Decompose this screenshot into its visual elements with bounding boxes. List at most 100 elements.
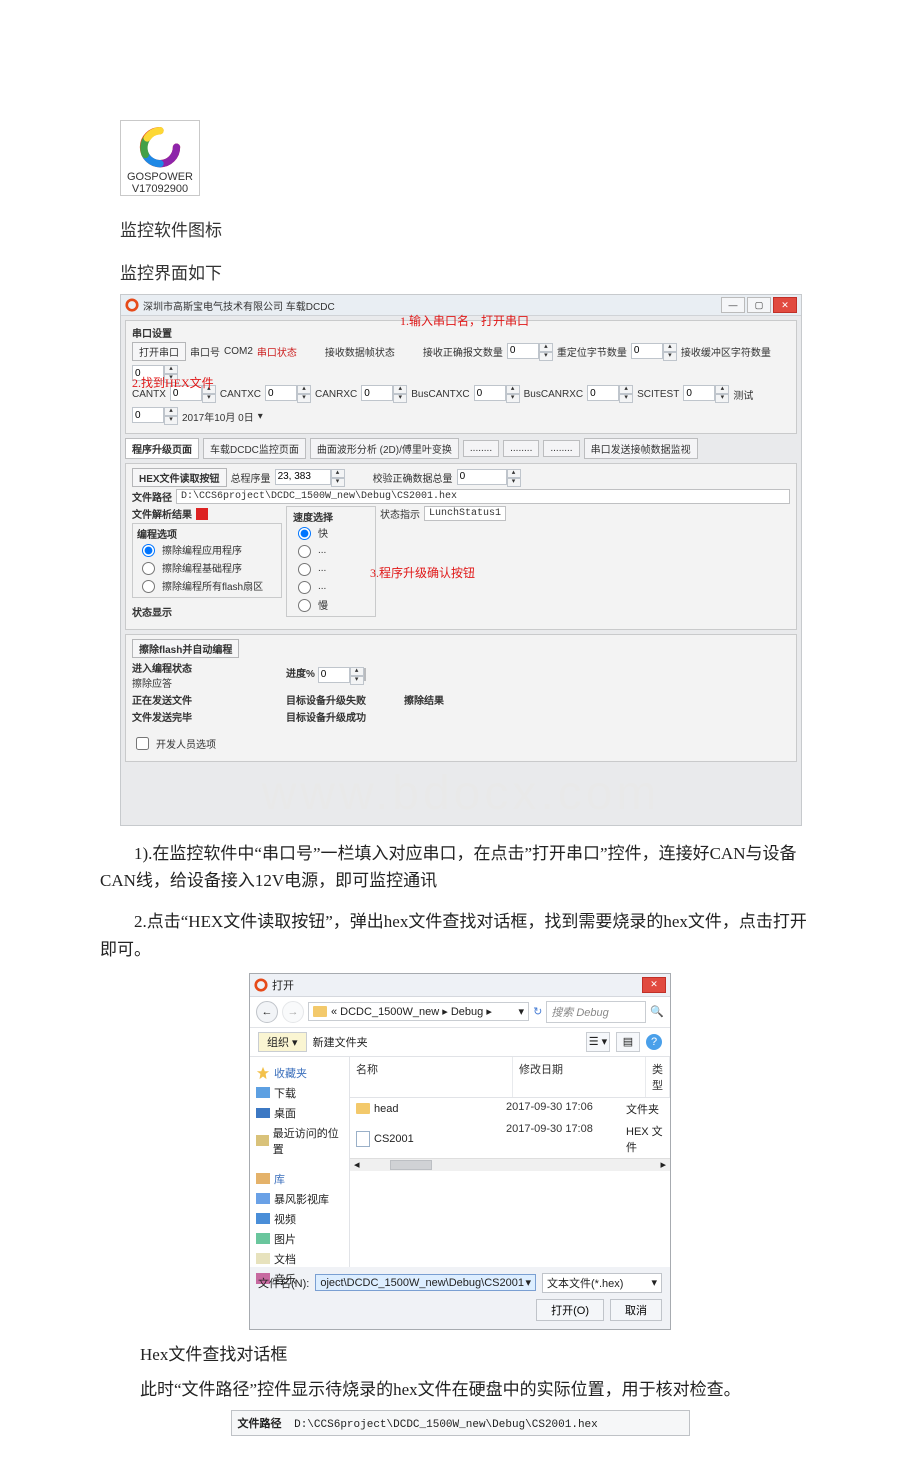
confirm-button[interactable]: 擦除flash并自动编程: [132, 639, 239, 658]
verify-ok-val[interactable]: [457, 469, 507, 485]
min-button[interactable]: —: [721, 297, 745, 313]
tab-x1[interactable]: ........: [463, 440, 499, 457]
speed-r2[interactable]: [298, 545, 311, 558]
hex-read-button[interactable]: HEX文件读取按钮: [132, 468, 227, 487]
tab-dcdc[interactable]: 车载DCDC监控页面: [203, 438, 306, 459]
nav-pic[interactable]: 图片: [274, 1231, 296, 1247]
path-strip: 文件路径 D:\CCS6project\DCDC_1500W_new\Debug…: [231, 1410, 690, 1436]
verify-ok-lbl: 校验正确数据总量: [373, 470, 453, 485]
tab-x2[interactable]: ........: [503, 440, 539, 457]
progress-bar: [364, 668, 366, 681]
app-title: 深圳市高斯宝电气技术有限公司 车载DCDC: [143, 298, 719, 313]
scitest-lbl: SCITEST: [637, 389, 679, 400]
speed-r4[interactable]: [298, 581, 311, 594]
speed-slow-radio[interactable]: [298, 599, 311, 612]
nav-desk[interactable]: 桌面: [274, 1105, 296, 1121]
erase-resp: 擦除应答: [132, 675, 282, 690]
doc-icon: [256, 1253, 270, 1264]
opt-erase-base: 擦除编程基础程序: [162, 560, 242, 575]
app-window: 深圳市高斯宝电气技术有限公司 车载DCDC — ▢ ✕ 串口设置 打开串口 串口…: [120, 294, 802, 826]
nav-lib[interactable]: 库: [274, 1171, 285, 1187]
breadcrumb[interactable]: « DCDC_1500W_new ▸ Debug ▸▾: [308, 1002, 529, 1021]
rx-ok-val[interactable]: [507, 343, 539, 359]
body-p3: 此时“文件路径”控件显示待烧录的hex文件在硬盘中的实际位置，用于核对检查。: [140, 1375, 820, 1400]
state-val: LunchStatus1: [424, 506, 506, 521]
speed-r3[interactable]: [298, 563, 311, 576]
back-button[interactable]: ←: [256, 1001, 278, 1023]
dlg-caption: Hex文件查找对话框: [140, 1340, 820, 1365]
cancel-button[interactable]: 取消: [610, 1299, 662, 1321]
opt-erase-app: 擦除编程应用程序: [162, 542, 242, 557]
cantxc-val[interactable]: [265, 385, 297, 401]
parse-result-lbl: 文件解析结果: [132, 506, 192, 521]
speed-fast-radio[interactable]: [298, 527, 311, 540]
tab-wave[interactable]: 曲面波形分析 (2D)/傅里叶变换: [310, 438, 459, 459]
sending: 正在发送文件: [132, 696, 192, 707]
folder-icon: [356, 1103, 370, 1114]
dev-option-checkbox[interactable]: [136, 737, 149, 750]
organize-button[interactable]: 组织 ▾: [258, 1032, 307, 1052]
spin-down[interactable]: ▾: [539, 352, 553, 361]
port-value: COM2: [224, 346, 253, 357]
pos-bytes-val[interactable]: [631, 343, 663, 359]
state-lbl: 状态指示: [380, 506, 420, 521]
annot-2: 2.找到HEX文件: [132, 374, 214, 391]
opt-erase-all: 擦除编程所有flash扇区: [162, 578, 263, 593]
nav-dl[interactable]: 下载: [274, 1085, 296, 1101]
col-date[interactable]: 修改日期: [513, 1057, 646, 1097]
filter-combo[interactable]: 文本文件(*.hex)▾: [542, 1273, 662, 1293]
list-item[interactable]: head 2017-09-30 17:06 文件夹: [350, 1098, 670, 1120]
list-item[interactable]: CS2001 2017-09-30 17:08 HEX 文件: [350, 1120, 670, 1158]
icon-card: GOSPOWER V17092900: [120, 120, 820, 196]
spin-up[interactable]: ▴: [539, 343, 553, 352]
open-button[interactable]: 打开(O): [536, 1299, 604, 1321]
max-button[interactable]: ▢: [747, 297, 771, 313]
filename-combo[interactable]: oject\DCDC_1500W_new\Debug\CS2001▾: [315, 1274, 536, 1291]
view-button[interactable]: ☰ ▾: [586, 1032, 610, 1052]
total-bytes-val[interactable]: [275, 469, 331, 485]
nav-recent[interactable]: 最近访问的位置: [273, 1125, 343, 1157]
refresh-icon[interactable]: ↻: [533, 1005, 542, 1018]
annot-1: 1.输入串口名，打开串口: [400, 312, 529, 329]
search-input[interactable]: 搜索 Debug: [546, 1001, 646, 1023]
col-type[interactable]: 类型: [646, 1057, 670, 1097]
tab-x3[interactable]: ........: [543, 440, 579, 457]
progress-lbl: 进度%: [286, 669, 315, 680]
star-icon: [256, 1066, 270, 1080]
buscanrxc-lbl: BusCANRXC: [524, 389, 583, 400]
date-drop[interactable]: ▾: [258, 411, 263, 422]
opt-erase-app-radio[interactable]: [142, 544, 155, 557]
filename-val: oject\DCDC_1500W_new\Debug\CS2001: [320, 1277, 524, 1289]
ui-caption: 监控界面如下: [120, 259, 820, 284]
file-path-val: D:\CCS6project\DCDC_1500W_new\Debug\CS20…: [176, 489, 790, 504]
nav-fav[interactable]: 收藏夹: [274, 1065, 307, 1081]
help-icon[interactable]: ?: [646, 1034, 662, 1050]
buscanrxc-val[interactable]: [587, 385, 619, 401]
succ: 目标设备升级成功: [286, 709, 366, 724]
nav-bf[interactable]: 暴风影视库: [274, 1191, 329, 1207]
search-icon[interactable]: 🔍: [650, 1005, 664, 1018]
dlg-close-button[interactable]: ✕: [642, 977, 666, 993]
newfolder-button[interactable]: 新建文件夹: [313, 1034, 368, 1050]
forward-button[interactable]: →: [282, 1001, 304, 1023]
canrxc-lbl: CANRXC: [315, 389, 357, 400]
scrollbar[interactable]: ◂▸: [350, 1158, 670, 1171]
preview-button[interactable]: ▤: [616, 1032, 640, 1052]
canrxc-val[interactable]: [361, 385, 393, 401]
opt-erase-base-radio[interactable]: [142, 562, 155, 575]
col-name[interactable]: 名称: [350, 1057, 513, 1097]
nav-doc[interactable]: 文档: [274, 1251, 296, 1267]
tab-monitor[interactable]: 串口发送接帧数据监视: [584, 438, 698, 459]
open-serial-button[interactable]: 打开串口: [132, 342, 186, 361]
progress-val[interactable]: [318, 667, 350, 683]
body-p1: 1).在监控软件中“串口号”一栏填入对应串口，在点击”打开串口”控件，连接好CA…: [100, 840, 820, 894]
test-val[interactable]: [132, 407, 164, 423]
close-button[interactable]: ✕: [773, 297, 797, 313]
scitest-val[interactable]: [683, 385, 715, 401]
cantxc-lbl: CANTXC: [220, 389, 261, 400]
tab-upgrade[interactable]: 程序升级页面: [125, 438, 199, 459]
nav-vid[interactable]: 视频: [274, 1211, 296, 1227]
confirm-group: 擦除flash并自动编程 进入编程状态 擦除应答 进度% ▴▾: [125, 634, 797, 762]
opt-erase-all-radio[interactable]: [142, 580, 155, 593]
buscantxc-val[interactable]: [474, 385, 506, 401]
